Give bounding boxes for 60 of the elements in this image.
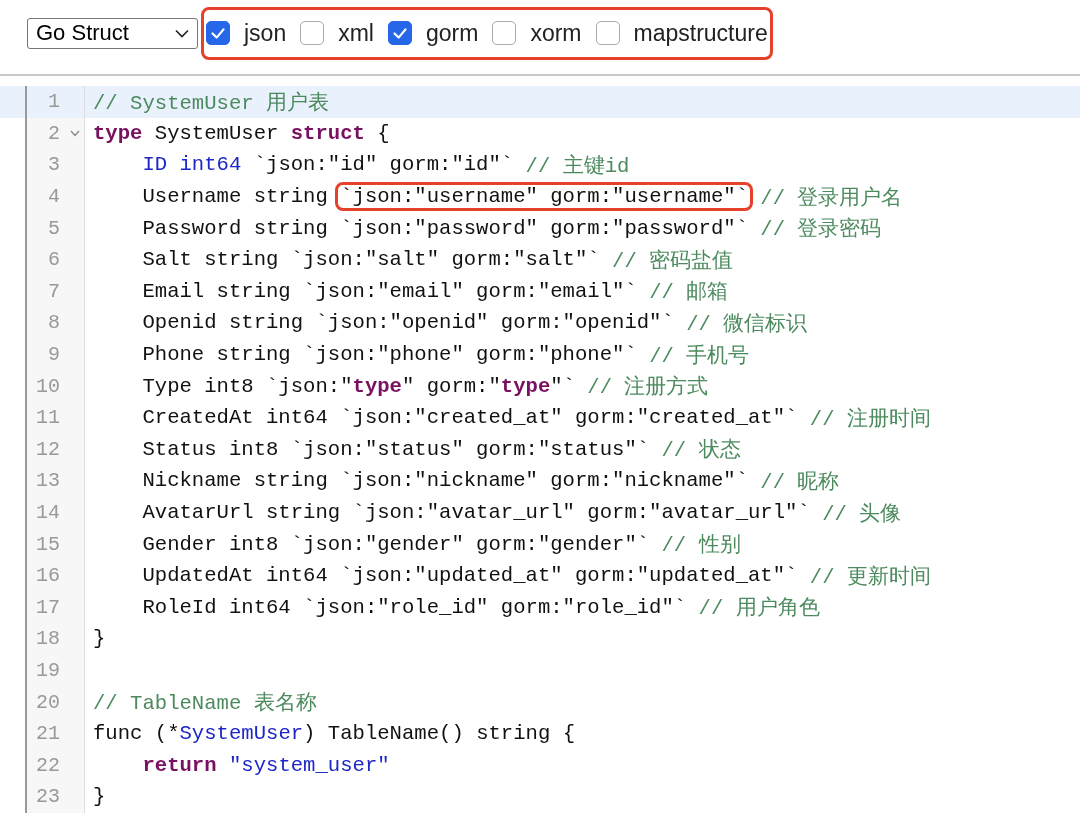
code-line: Phone string `json:"phone" gorm:"phone"` // 手机号 (141, 342, 750, 369)
code-line: // SystemUser 用户表 (92, 90, 330, 116)
code-line: Gender int8 `json:"gender" gorm:"gender"` // 性别 (141, 531, 741, 559)
line-number: 20 (36, 690, 60, 714)
code-line: func (*SystemUser) TableName() string { (92, 722, 575, 746)
option-label: mapstructure (633, 19, 768, 47)
checkbox[interactable] (595, 21, 620, 45)
option-label: xorm (530, 19, 582, 47)
line-number: 8 (48, 311, 60, 335)
line-number: 2 (48, 121, 60, 145)
line-number: 19 (36, 659, 60, 682)
line-number: 16 (36, 564, 60, 588)
fold-caret-icon[interactable] (70, 129, 80, 137)
code-line: Email string `json:"email" gorm:"email"` // 邮箱 (141, 278, 729, 306)
code-line: Password string `json:"password" gorm:"password"` // 登录密码 (141, 215, 882, 243)
line-number: 3 (48, 153, 60, 177)
line-number: 9 (48, 343, 60, 367)
language-select[interactable]: Go Struct (27, 17, 198, 49)
code-line: // TableName 表名称 (92, 690, 317, 717)
line-number: 12 (36, 437, 60, 461)
line-number: 11 (36, 406, 60, 430)
line-number: 17 (36, 595, 60, 619)
code-line: return "system_user" (141, 753, 390, 777)
line-number: 7 (48, 279, 60, 303)
checkbox[interactable] (300, 21, 325, 45)
code-text: Username string (141, 185, 329, 209)
checkbox[interactable] (492, 21, 517, 45)
annotated-code: `json:"username" gorm:"username"` (335, 182, 753, 212)
code-line: Status int8 `json:"status" gorm:"status"` // 状态 (141, 436, 741, 464)
code-line: Salt string `json:"salt" gorm:"salt"` // 密码盐值 (141, 247, 734, 274)
code-line: CreatedAt int64 `json:"created_at" gorm:"created_at"` // 注册时间 (141, 405, 931, 432)
line-number: 14 (36, 501, 60, 524)
code-line: } (92, 627, 106, 651)
code-line: RoleId int64 `json:"role_id" gorm:"role_id"` // 用户角色 (141, 594, 820, 622)
line-number: 5 (48, 216, 60, 240)
code-text: // 登录用户名 (759, 185, 903, 211)
code-line: AvatarUrl string `json:"avatar_url" gorm:"avatar_url"` // 头像 (141, 500, 902, 527)
option-label: xml (338, 19, 374, 47)
line-number: 15 (36, 532, 60, 556)
line-number: 10 (36, 374, 60, 398)
line-number: 18 (36, 627, 60, 651)
code-line: ID int64 `json:"id" gorm:"id"` // 主键id (141, 152, 630, 179)
code-line: type SystemUser struct { (92, 121, 390, 145)
code-line: Type int8 `json:"type" gorm:"type"` // 注册方式 (141, 373, 709, 401)
line-number: 23 (36, 785, 60, 809)
option-label: json (244, 19, 287, 47)
line-number: 6 (48, 248, 60, 272)
code-line: Nickname string `json:"nickname" gorm:"nickname"` // 昵称 (141, 468, 840, 495)
chevron-icon (175, 28, 189, 38)
line-number: 22 (36, 753, 60, 777)
line-number: 13 (36, 469, 60, 493)
code-line: Openid string `json:"openid" gorm:"openid"` // 微信标识 (141, 310, 808, 337)
code-line: UpdatedAt int64 `json:"updated_at" gorm:"updated_at"` // 更新时间 (141, 563, 931, 590)
line-number: 4 (48, 185, 60, 209)
line-number: 1 (48, 90, 60, 114)
line-number: 21 (36, 722, 60, 746)
checkbox[interactable] (388, 21, 412, 45)
checkbox[interactable] (206, 21, 230, 45)
option-label: gorm (426, 19, 479, 47)
code-line: } (92, 785, 106, 809)
